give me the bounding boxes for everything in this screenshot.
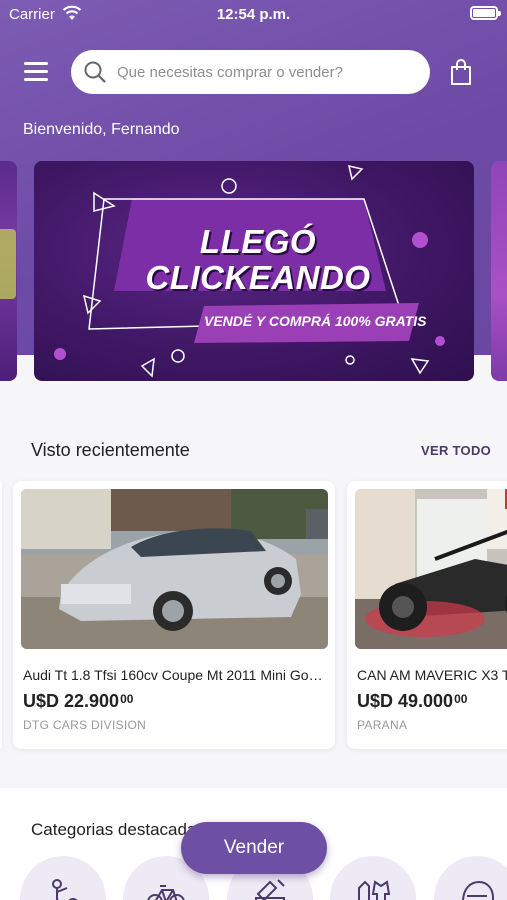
battery-icon [470,6,501,20]
clothing-icon [358,880,391,900]
product-card[interactable]: Audi Tt 1.8 Tfsi 160cv Coupe Mt 2011 Min… [13,481,335,749]
search-input[interactable] [117,50,417,94]
farm-icon [52,879,78,900]
search-icon [84,61,106,83]
clock: 12:54 p.m. [216,6,291,23]
product-seller: DTG CARS DIVISION [23,718,147,732]
sell-button[interactable]: Vender [181,822,327,874]
banner-subtitle: VENDÉ Y COMPRÁ 100% GRATIS [204,313,427,329]
product-card[interactable]: CAN AM MAVERIC X3 T U$D 49.00000 PARANA [347,481,507,749]
categories-title: Categorias destacadas [31,820,205,839]
banner-title-line2: CLICKEANDO [145,259,371,296]
bicycle-icon [147,885,185,900]
product-title: CAN AM MAVERIC X3 T [357,667,507,683]
promo-banner[interactable]: LLEGÓ CLICKEANDO VENDÉ Y COMPRÁ 100% GRA… [34,161,474,381]
product-price: U$D 22.90000 [23,691,134,711]
product-title: Audi Tt 1.8 Tfsi 160cv Coupe Mt 2011 Min… [23,667,323,683]
hamburger-menu-icon[interactable] [24,62,48,82]
car-photo [21,489,328,649]
product-price: U$D 49.00000 [357,691,468,711]
welcome-message: Bienvenido, Fernando [23,121,180,138]
shopping-bag-icon[interactable] [449,58,473,86]
product-seller: PARANA [357,718,408,732]
helmet-icon [462,880,494,900]
status-bar: Carrier 12:54 p.m. [0,0,507,28]
see-all-link[interactable]: VER TODO [421,443,491,458]
tools-icon [255,879,285,900]
utv-photo [355,489,507,649]
banner-title-line1: LLEGÓ [199,223,317,260]
next-banner[interactable] [491,161,507,381]
recent-section-title: Visto recientemente [31,440,190,460]
previous-banner[interactable] [0,161,17,381]
search-bar[interactable] [71,50,430,94]
previous-product-card[interactable] [0,481,2,749]
